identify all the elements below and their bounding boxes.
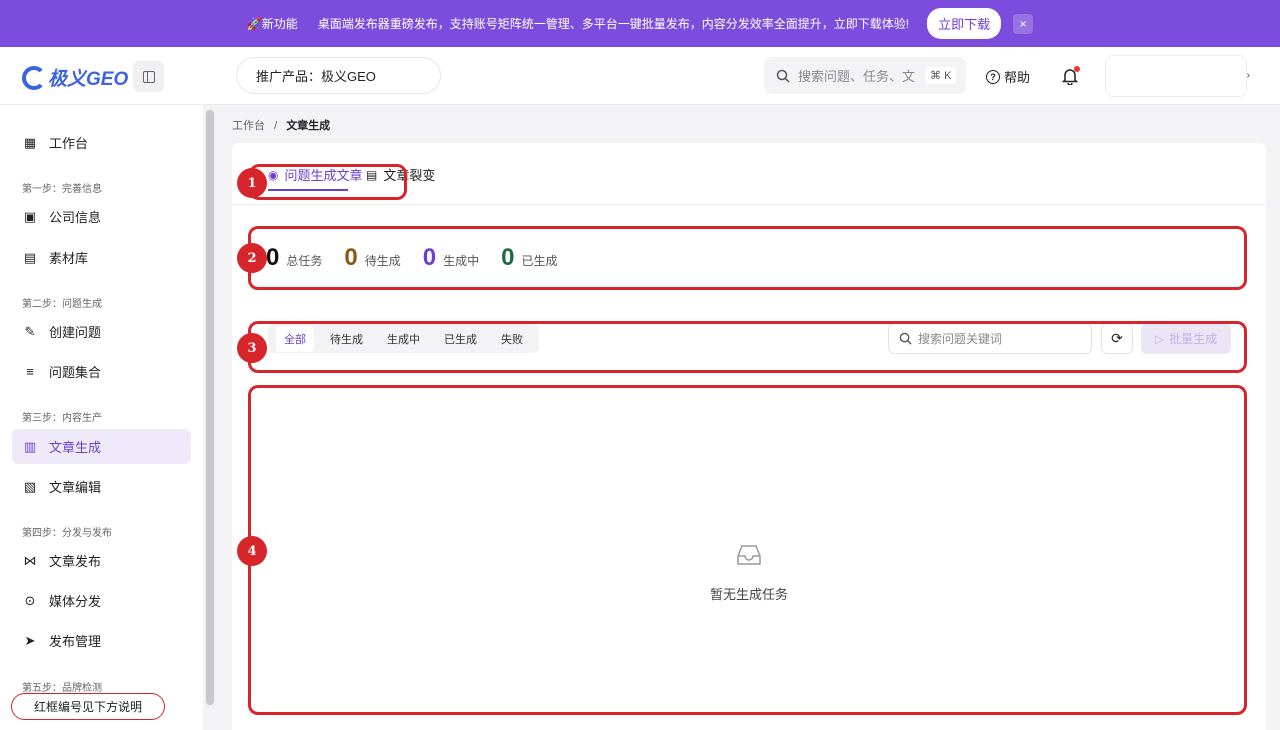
annotation-badge-1: 1 xyxy=(237,168,267,198)
annotation-box-2 xyxy=(248,226,1247,290)
breadcrumb-current: 文章生成 xyxy=(286,120,331,132)
user-menu[interactable]: › xyxy=(1105,55,1250,97)
sidebar-item-label: 文章发布 xyxy=(49,554,102,569)
sidebar-item-workbench[interactable]: ▦ 工作台 xyxy=(12,125,191,160)
step-label: 第二步：问题生成 xyxy=(22,299,102,310)
sidebar-item-article-publish[interactable]: ⋈ 文章发布 xyxy=(12,543,191,578)
step-label: 第一步：完善信息 xyxy=(22,184,102,195)
sidebar-item-label: 发布管理 xyxy=(49,634,102,649)
sidebar-item-label: 文章生成 xyxy=(49,440,102,455)
annotation-note: 红框编号见下方说明 xyxy=(11,693,165,720)
folder-icon: ▤ xyxy=(23,249,37,265)
logo-text: 极义GEO xyxy=(48,69,129,90)
breadcrumb-separator: / xyxy=(274,120,278,132)
close-icon[interactable]: × xyxy=(1013,13,1034,34)
download-button[interactable]: 立即下载 xyxy=(927,8,1002,39)
dashboard-icon: ▦ xyxy=(23,134,37,150)
search-icon xyxy=(776,69,790,83)
product-selector[interactable]: 推广产品：极义GEO xyxy=(236,57,441,94)
sidebar-scrollbar[interactable] xyxy=(205,108,215,708)
help-label: 帮助 xyxy=(1004,70,1031,85)
logo[interactable]: 极义GEO xyxy=(22,64,128,91)
sidebar-item-publish-management[interactable]: ➤ 发布管理 xyxy=(12,623,191,658)
step-label: 第四步：分发与发布 xyxy=(22,528,112,539)
annotation-box-1 xyxy=(249,164,407,200)
sidebar-collapse-icon xyxy=(142,70,155,83)
annotation-badge-3: 3 xyxy=(237,333,267,363)
scrollbar-thumb[interactable] xyxy=(206,110,214,705)
sidebar-item-label: 工作台 xyxy=(49,136,89,151)
top-header: 极义GEO 推广产品：极义GEO 搜索问题、任务、文 ⌘ K ? 帮助 › xyxy=(0,47,1280,105)
sidebar-toggle-button[interactable] xyxy=(133,61,164,92)
step-label: 第五步：品牌检测 xyxy=(22,683,102,694)
banner-new-label: 🚀新功能 xyxy=(246,17,298,31)
search-placeholder: 搜索问题、任务、文 xyxy=(798,69,916,84)
global-search[interactable]: 搜索问题、任务、文 ⌘ K xyxy=(764,57,966,94)
annotation-badge-4: 4 xyxy=(237,536,267,566)
step-label: 第三步：内容生产 xyxy=(22,413,102,424)
share-nodes-icon: ⋈ xyxy=(23,552,37,568)
search-shortcut: ⌘ K xyxy=(925,67,957,84)
help-icon: ? xyxy=(986,69,1000,84)
sidebar-item-label: 问题集合 xyxy=(49,365,102,380)
document-icon: ▥ xyxy=(23,438,37,454)
image-icon: ▣ xyxy=(23,208,37,224)
notification-dot xyxy=(1074,66,1080,72)
sidebar-item-company-info[interactable]: ▣ 公司信息 xyxy=(12,199,191,234)
sidebar-item-create-question[interactable]: ✎ 创建问题 xyxy=(12,314,191,349)
sidebar-item-label: 创建问题 xyxy=(49,325,102,340)
send-icon: ➤ xyxy=(24,632,36,648)
banner-message: 桌面端发布器重磅发布，支持账号矩阵统一管理、多平台一键批量发布，内容分发效率全面… xyxy=(317,17,910,31)
help-button[interactable]: ? 帮助 xyxy=(986,67,1030,86)
chevron-down-icon: › xyxy=(1246,70,1250,81)
edit-square-icon: ✎ xyxy=(24,323,36,339)
sidebar-item-label: 公司信息 xyxy=(49,210,102,225)
annotation-badge-2: 2 xyxy=(237,243,267,273)
breadcrumb-root[interactable]: 工作台 xyxy=(232,120,265,132)
stack-icon: ≡ xyxy=(26,364,34,379)
sidebar-item-label: 素材库 xyxy=(49,251,89,266)
notification-button[interactable] xyxy=(1061,66,1080,86)
document-edit-icon: ▧ xyxy=(23,478,37,494)
sidebar-item-question-collection[interactable]: ≡ 问题集合 xyxy=(12,354,191,389)
logo-mark-icon xyxy=(22,65,46,90)
announcement-banner: 🚀新功能 桌面端发布器重磅发布，支持账号矩阵统一管理、多平台一键批量发布，内容分… xyxy=(0,0,1280,47)
annotation-box-4 xyxy=(248,385,1247,715)
sidebar-item-label: 文章编辑 xyxy=(49,480,102,495)
sidebar-item-materials[interactable]: ▤ 素材库 xyxy=(12,240,191,275)
sidebar-item-article-editing[interactable]: ▧ 文章编辑 xyxy=(12,469,191,504)
annotation-box-3 xyxy=(248,321,1247,373)
sidebar-item-article-generation[interactable]: ▥ 文章生成 xyxy=(12,429,191,464)
breadcrumb: 工作台 / 文章生成 xyxy=(232,117,330,133)
